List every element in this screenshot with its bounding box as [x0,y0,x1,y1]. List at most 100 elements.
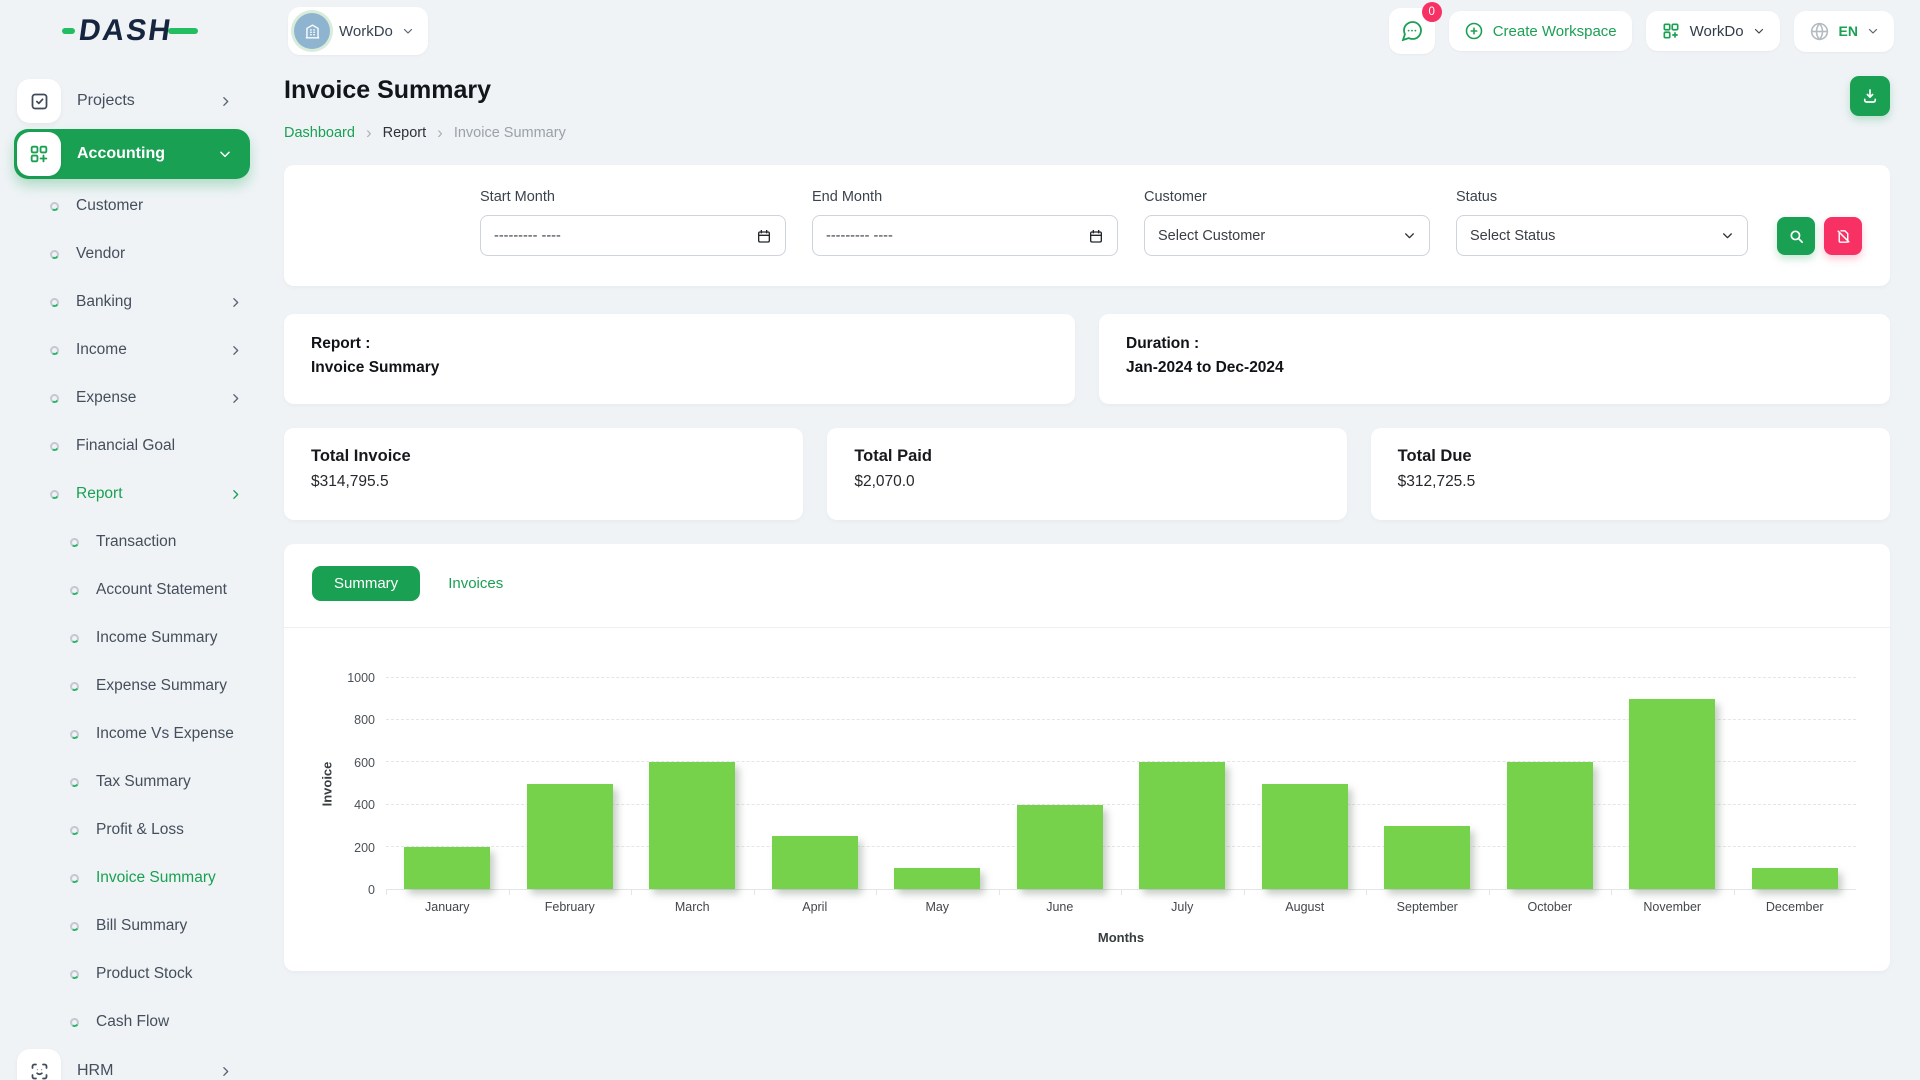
bar-september[interactable] [1366,678,1489,889]
bar-august[interactable] [1244,678,1367,889]
sidebar-item-label: Profit & Loss [96,821,184,839]
sidebar-item-income-vs-expense[interactable]: Income Vs Expense [14,710,250,758]
reset-filter-button[interactable] [1824,217,1862,255]
globe-icon [1809,21,1830,42]
bar-june[interactable] [999,678,1122,889]
bullet-icon [69,681,80,692]
customer-select[interactable]: Select Customer [1144,215,1430,256]
bar-march[interactable] [631,678,754,889]
bullet-icon [49,489,60,500]
sidebar-item-product-stock[interactable]: Product Stock [14,950,250,998]
bullet-icon [49,201,60,212]
bullet-icon [49,345,60,356]
chevron-right-icon [229,392,250,405]
sidebar-item-label: Banking [76,293,132,311]
x-tick-label: June [999,900,1122,914]
chevron-right-icon [219,95,240,108]
customer-label: Customer [1144,189,1430,205]
building-icon [303,22,322,41]
customer-select-value: Select Customer [1158,228,1403,244]
chart-card: Summary Invoices Invoice 020040060080010… [284,544,1890,971]
clear-filter-icon [1835,228,1852,245]
dash-logo[interactable]: DASH [62,14,198,48]
bar-january[interactable] [386,678,509,889]
end-month-input[interactable]: --------- ---- [812,215,1118,256]
sidebar-item-banking[interactable]: Banking [14,278,250,326]
search-button[interactable] [1777,217,1815,255]
chart-y-axis-title: Invoice [320,762,335,807]
bullet-icon [49,297,60,308]
bar-february[interactable] [509,678,632,889]
bar-rect [894,868,980,889]
report-card: Report : Invoice Summary [284,314,1075,404]
chevron-down-icon [1867,25,1879,37]
bar-december[interactable] [1734,678,1857,889]
status-select-value: Select Status [1470,228,1721,244]
main-content: Invoice Summary Dashboard › Report › Inv… [260,62,1920,1080]
breadcrumb-report[interactable]: Report [383,125,427,141]
x-tick-label: September [1366,900,1489,914]
sidebar-item-label: Bill Summary [96,917,187,935]
report-card-title: Report : [311,335,1048,353]
sidebar-item-hrm[interactable]: HRM [14,1046,250,1080]
workspace-switcher[interactable]: WorkDo [288,7,428,55]
end-month-label: End Month [812,189,1118,205]
bullet-icon [69,537,80,548]
create-workspace-button[interactable]: Create Workspace [1449,11,1632,51]
download-button[interactable] [1850,76,1890,116]
sidebar-item-customer[interactable]: Customer [14,182,250,230]
sidebar-item-label: Invoice Summary [96,869,216,887]
tab-invoices[interactable]: Invoices [448,575,503,592]
start-month-input[interactable]: --------- ---- [480,215,786,256]
language-selector[interactable]: EN [1794,11,1894,52]
sidebar-item-label: Income [76,341,127,359]
sidebar-item-label: HRM [77,1062,113,1080]
bar-november[interactable] [1611,678,1734,889]
sidebar-item-projects[interactable]: Projects [14,76,250,126]
sidebar-item-tax-summary[interactable]: Tax Summary [14,758,250,806]
bar-may[interactable] [876,678,999,889]
x-tick-label: January [386,900,509,914]
sidebar-item-financial-goal[interactable]: Financial Goal [14,422,250,470]
sidebar-item-accounting[interactable]: Accounting [14,129,250,179]
y-tick-label: 200 [354,841,375,855]
status-select[interactable]: Select Status [1456,215,1748,256]
x-tick-label: August [1244,900,1367,914]
sidebar-item-account-statement[interactable]: Account Statement [14,566,250,614]
sidebar-item-invoice-summary[interactable]: Invoice Summary [14,854,250,902]
app-menu-button[interactable]: WorkDo [1646,11,1780,51]
status-label: Status [1456,189,1748,205]
stat-value: $2,070.0 [854,473,1319,491]
stat-label: Total Invoice [311,447,776,466]
sidebar-item-label: Financial Goal [76,437,175,455]
breadcrumb-current: Invoice Summary [454,125,566,141]
bar-april[interactable] [754,678,877,889]
bar-july[interactable] [1121,678,1244,889]
sidebar-item-vendor[interactable]: Vendor [14,230,250,278]
breadcrumb-dashboard[interactable]: Dashboard [284,125,355,141]
bar-october[interactable] [1489,678,1612,889]
tab-summary[interactable]: Summary [312,566,420,601]
sidebar-item-profit-loss[interactable]: Profit & Loss [14,806,250,854]
sidebar-menu: ProjectsAccountingCustomerVendor Banking I… [14,76,250,1080]
x-tick-label: March [631,900,754,914]
bullet-icon [69,1017,80,1028]
messages-button[interactable]: 0 [1389,8,1435,54]
sidebar-item-report[interactable]: Report [14,470,250,518]
sidebar-item-transaction[interactable]: Transaction [14,518,250,566]
sidebar-item-expense-summary[interactable]: Expense Summary [14,662,250,710]
create-workspace-label: Create Workspace [1493,23,1617,40]
sidebar-item-cash-flow[interactable]: Cash Flow [14,998,250,1046]
stat-label: Total Due [1398,447,1863,466]
bullet-icon [69,585,80,596]
sidebar-item-bill-summary[interactable]: Bill Summary [14,902,250,950]
stat-value: $314,795.5 [311,473,776,491]
start-month-value: --------- ---- [494,228,756,244]
chat-bubble-icon [1400,19,1424,43]
app-menu-label: WorkDo [1690,23,1744,40]
sidebar-item-income-summary[interactable]: Income Summary [14,614,250,662]
customer-group: Customer Select Customer [1144,189,1430,256]
sidebar-item-income[interactable]: Income [14,326,250,374]
sidebar-item-expense[interactable]: Expense [14,374,250,422]
chart-plot-area: Invoice 02004006008001000 [314,678,1856,890]
